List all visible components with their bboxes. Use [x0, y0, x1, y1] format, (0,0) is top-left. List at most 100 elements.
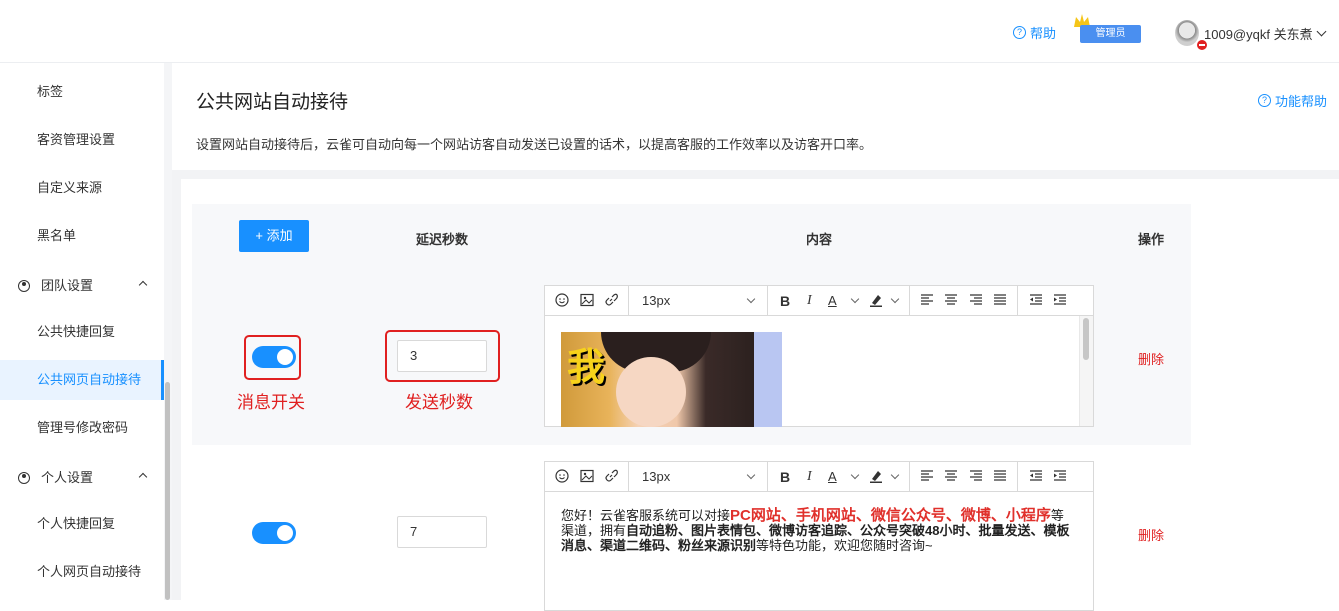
- chevron-down-icon: [850, 470, 860, 480]
- font-size-select[interactable]: 13px: [642, 469, 670, 484]
- outdent-icon[interactable]: [1029, 293, 1043, 307]
- content-text: 等特色功能，欢迎您随时咨询~: [756, 538, 933, 553]
- outdent-icon[interactable]: [1029, 469, 1043, 483]
- delete-button[interactable]: 删除: [1138, 525, 1164, 544]
- chevron-down-icon: [850, 294, 860, 304]
- highlight-box: [244, 335, 301, 380]
- toolbar-divider: [628, 286, 629, 316]
- indent-icon[interactable]: [1053, 469, 1067, 483]
- font-color-icon[interactable]: A: [828, 469, 837, 484]
- bold-icon[interactable]: B: [780, 469, 790, 485]
- highlight-color-icon[interactable]: [869, 293, 883, 307]
- header-panel: [172, 63, 1339, 170]
- delay-seconds-input[interactable]: 7: [397, 516, 487, 548]
- toolbar-divider: [1017, 462, 1018, 492]
- italic-icon[interactable]: I: [807, 469, 812, 485]
- emoji-icon[interactable]: [555, 469, 569, 483]
- message-switch-toggle[interactable]: [252, 522, 296, 544]
- message-content: 您好！云雀客服系统可以对接PC网站、手机网站、微信公众号、微博、小程序等渠道，拥…: [561, 508, 1076, 553]
- chevron-down-icon: [890, 470, 900, 480]
- column-header-content: 内容: [806, 232, 833, 247]
- align-left-icon[interactable]: [920, 469, 934, 483]
- sidebar-scrollbar-thumb[interactable]: [165, 382, 170, 600]
- user-label: 1009@yqkf 关东煮: [1204, 27, 1313, 42]
- sidebar-item-personal-auto-reception[interactable]: 个人网页自动接待: [0, 552, 164, 592]
- function-help-link[interactable]: ? 功能帮助: [1258, 91, 1327, 110]
- toolbar-divider: [767, 286, 768, 316]
- toolbar-divider: [909, 462, 910, 492]
- help-link[interactable]: ? 帮助: [1013, 23, 1056, 42]
- toolbar-divider: [1017, 286, 1018, 316]
- sidebar-item-blacklist[interactable]: 黑名单: [0, 216, 164, 256]
- highlight-box: [385, 330, 500, 382]
- rich-text-editor[interactable]: 13px B I A 我: [544, 285, 1094, 427]
- question-circle-icon: ?: [1258, 94, 1271, 107]
- sidebar-group-team[interactable]: 团队设置: [0, 266, 164, 306]
- align-center-icon[interactable]: [944, 293, 958, 307]
- editor-toolbar: 13px B I A: [545, 286, 1093, 316]
- align-center-icon[interactable]: [944, 469, 958, 483]
- add-button[interactable]: + 添加: [239, 220, 309, 252]
- font-size-select[interactable]: 13px: [642, 293, 670, 308]
- highlight-color-icon[interactable]: [869, 469, 883, 483]
- chevron-down-icon: [746, 470, 756, 480]
- toolbar-divider: [767, 462, 768, 492]
- content-image: 我: [561, 332, 782, 427]
- editor-body[interactable]: 我: [545, 316, 1093, 427]
- user-icon: [18, 472, 30, 484]
- font-color-icon[interactable]: A: [828, 293, 837, 308]
- user-menu[interactable]: 1009@yqkf 关东煮: [1204, 24, 1327, 43]
- chevron-down-icon: [890, 294, 900, 304]
- align-justify-icon[interactable]: [993, 293, 1007, 307]
- user-icon: [18, 280, 30, 292]
- delete-button[interactable]: 删除: [1138, 349, 1164, 368]
- sidebar-group-personal[interactable]: 个人设置: [0, 458, 164, 498]
- content-text: 您好！云雀客服系统可以对接: [561, 508, 731, 523]
- sidebar-item-public-quick-reply[interactable]: 公共快捷回复: [0, 312, 164, 352]
- sidebar-group-label: 个人设置: [41, 470, 94, 485]
- image-icon[interactable]: [580, 469, 594, 483]
- sidebar-group-label: 团队设置: [41, 278, 94, 293]
- link-icon[interactable]: [604, 293, 618, 307]
- editor-body[interactable]: 您好！云雀客服系统可以对接PC网站、手机网站、微信公众号、微博、小程序等渠道，拥…: [545, 492, 1093, 610]
- sidebar-item-change-password[interactable]: 管理号修改密码: [0, 408, 164, 448]
- column-header-delay: 延迟秒数: [416, 232, 469, 247]
- image-icon[interactable]: [580, 293, 594, 307]
- align-right-icon[interactable]: [969, 469, 983, 483]
- chevron-down-icon: [1316, 26, 1327, 37]
- indent-icon[interactable]: [1053, 293, 1067, 307]
- editor-toolbar: 13px B I A: [545, 462, 1093, 492]
- align-justify-icon[interactable]: [993, 469, 1007, 483]
- page-title: 公共网站自动接待: [196, 92, 349, 113]
- chevron-up-icon: [138, 472, 148, 482]
- toolbar-divider: [909, 286, 910, 316]
- sidebar-item-custom-source[interactable]: 自定义来源: [0, 168, 164, 208]
- emoji-icon[interactable]: [555, 293, 569, 307]
- table-header: [192, 204, 1191, 269]
- link-icon[interactable]: [604, 469, 618, 483]
- editor-scrollbar-thumb[interactable]: [1083, 318, 1089, 360]
- content-text-highlight: PC网站、手机网站、微信公众号、微博、小程序: [730, 507, 1051, 524]
- admin-badge: 管理员: [1080, 25, 1141, 43]
- image-char: 我: [567, 345, 606, 389]
- bold-icon[interactable]: B: [780, 293, 790, 309]
- italic-icon[interactable]: I: [807, 293, 812, 309]
- image-face: [616, 357, 686, 427]
- align-left-icon[interactable]: [920, 293, 934, 307]
- function-help-label: 功能帮助: [1275, 94, 1328, 109]
- sidebar-item-personal-quick-reply[interactable]: 个人快捷回复: [0, 504, 164, 544]
- annotation-seconds: 发送秒数: [405, 393, 473, 412]
- sidebar-item-tags[interactable]: 标签: [0, 72, 164, 112]
- toolbar-divider: [628, 462, 629, 492]
- editor-scrollbar[interactable]: [1079, 316, 1093, 426]
- annotation-switch: 消息开关: [237, 393, 305, 412]
- question-circle-icon: ?: [1013, 26, 1026, 39]
- sidebar-item-public-auto-reception[interactable]: 公共网页自动接待: [0, 360, 164, 400]
- column-header-action: 操作: [1138, 232, 1165, 247]
- chevron-down-icon: [746, 294, 756, 304]
- align-right-icon[interactable]: [969, 293, 983, 307]
- sidebar-item-customer-settings[interactable]: 客资管理设置: [0, 120, 164, 160]
- chevron-up-icon: [138, 280, 148, 290]
- help-label: 帮助: [1030, 26, 1057, 41]
- rich-text-editor[interactable]: 13px B I A 您好！云雀客服系统可以对接PC网站、手机网站、微信公众号、…: [544, 461, 1094, 611]
